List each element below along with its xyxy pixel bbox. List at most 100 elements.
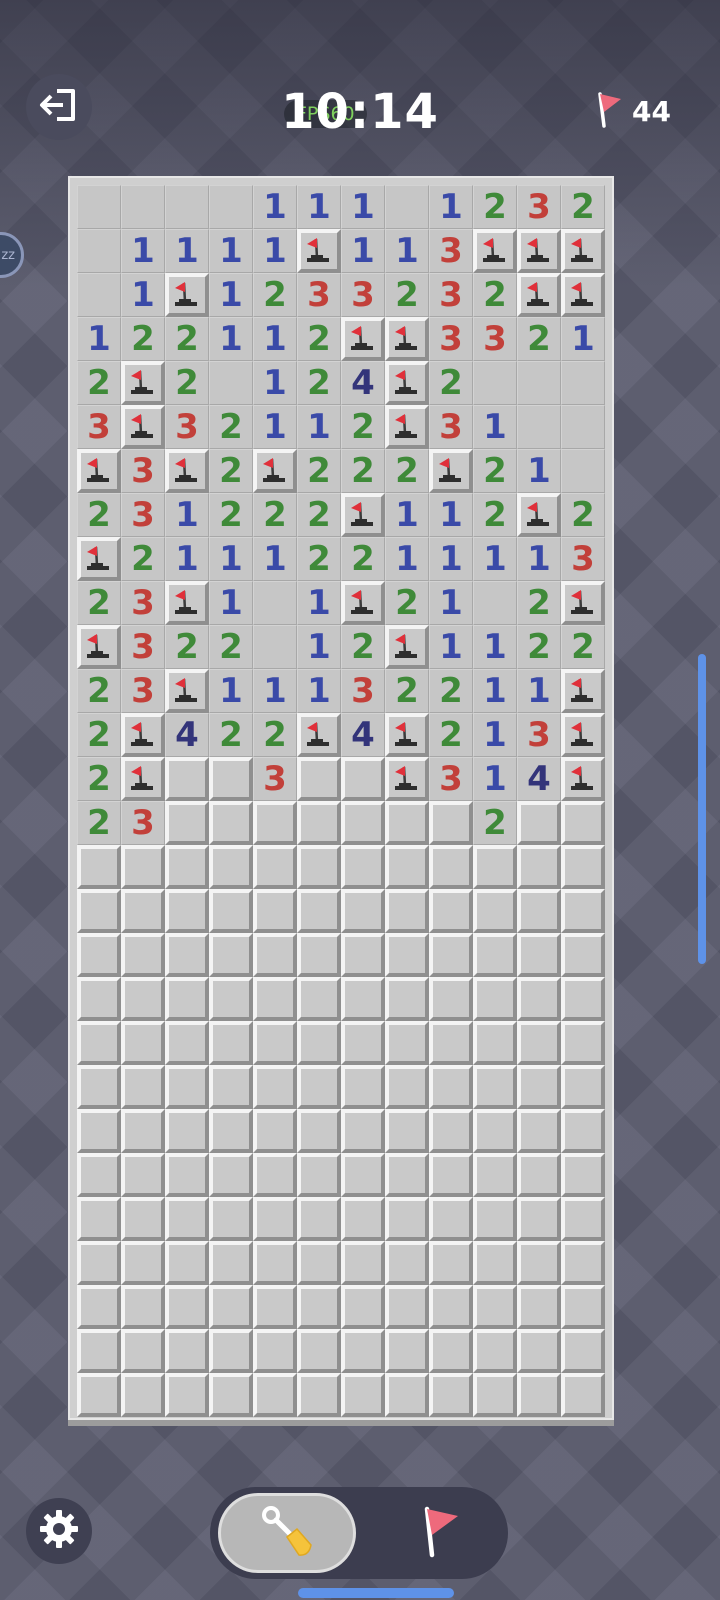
cell-covered[interactable]: [121, 1373, 165, 1417]
side-bubble[interactable]: zz: [0, 232, 24, 278]
cell-flagged[interactable]: [385, 625, 429, 669]
cell-number[interactable]: 2: [77, 713, 121, 757]
cell-number[interactable]: 2: [297, 537, 341, 581]
cell-number[interactable]: 1: [341, 229, 385, 273]
cell-number[interactable]: 1: [165, 229, 209, 273]
cell-covered[interactable]: [165, 1373, 209, 1417]
cell-covered[interactable]: [77, 1285, 121, 1329]
cell-number[interactable]: 2: [429, 669, 473, 713]
cell-covered[interactable]: [429, 1021, 473, 1065]
cell-covered[interactable]: [297, 1241, 341, 1285]
cell-number[interactable]: 2: [77, 757, 121, 801]
cell-number[interactable]: 3: [517, 185, 561, 229]
cell-covered[interactable]: [473, 845, 517, 889]
cell-number[interactable]: 2: [209, 493, 253, 537]
cell-covered[interactable]: [561, 1329, 605, 1373]
cell-covered[interactable]: [209, 1241, 253, 1285]
cell-number[interactable]: 2: [429, 713, 473, 757]
cell-number[interactable]: 3: [121, 669, 165, 713]
cell-covered[interactable]: [209, 1109, 253, 1153]
cell-covered[interactable]: [561, 845, 605, 889]
cell-covered[interactable]: [429, 1065, 473, 1109]
cell-covered[interactable]: [253, 801, 297, 845]
cell-covered[interactable]: [253, 1021, 297, 1065]
cell-covered[interactable]: [341, 801, 385, 845]
cell-covered[interactable]: [429, 977, 473, 1021]
cell-covered[interactable]: [341, 1285, 385, 1329]
cell-number[interactable]: 2: [561, 493, 605, 537]
cell-number[interactable]: 1: [517, 537, 561, 581]
cell-covered[interactable]: [517, 801, 561, 845]
cell-covered[interactable]: [165, 933, 209, 977]
cell-number[interactable]: 1: [253, 405, 297, 449]
cell-covered[interactable]: [385, 1065, 429, 1109]
cell-number[interactable]: 1: [121, 229, 165, 273]
cell-flagged[interactable]: [385, 757, 429, 801]
cell-number[interactable]: 2: [121, 537, 165, 581]
cell-number[interactable]: 1: [473, 625, 517, 669]
cell-covered[interactable]: [385, 845, 429, 889]
cell-number[interactable]: 2: [517, 581, 561, 625]
cell-covered[interactable]: [253, 933, 297, 977]
cell-number[interactable]: 3: [121, 449, 165, 493]
cell-covered[interactable]: [77, 1153, 121, 1197]
cell-covered[interactable]: [561, 977, 605, 1021]
cell-number[interactable]: 3: [297, 273, 341, 317]
cell-covered[interactable]: [77, 1197, 121, 1241]
cell-number[interactable]: 2: [341, 405, 385, 449]
cell-covered[interactable]: [341, 933, 385, 977]
cell-flagged[interactable]: [121, 713, 165, 757]
cell-number[interactable]: 1: [253, 185, 297, 229]
cell-number[interactable]: 2: [121, 317, 165, 361]
cell-number[interactable]: 2: [297, 317, 341, 361]
cell-number[interactable]: 2: [209, 713, 253, 757]
cell-covered[interactable]: [165, 757, 209, 801]
cell-covered[interactable]: [209, 1373, 253, 1417]
cell-flagged[interactable]: [165, 273, 209, 317]
cell-covered[interactable]: [121, 1153, 165, 1197]
cell-covered[interactable]: [429, 801, 473, 845]
cell-number[interactable]: 2: [473, 449, 517, 493]
cell-flagged[interactable]: [385, 317, 429, 361]
cell-covered[interactable]: [297, 933, 341, 977]
dig-mode-button[interactable]: [218, 1493, 356, 1573]
cell-covered[interactable]: [297, 1373, 341, 1417]
cell-number[interactable]: 1: [473, 669, 517, 713]
cell-covered[interactable]: [209, 845, 253, 889]
cell-number[interactable]: 1: [429, 581, 473, 625]
cell-covered[interactable]: [297, 1109, 341, 1153]
cell-covered[interactable]: [517, 1285, 561, 1329]
cell-covered[interactable]: [561, 1153, 605, 1197]
cell-number[interactable]: 2: [77, 801, 121, 845]
cell-number[interactable]: 1: [473, 713, 517, 757]
cell-number[interactable]: 2: [385, 581, 429, 625]
cell-covered[interactable]: [165, 1021, 209, 1065]
cell-covered[interactable]: [473, 1065, 517, 1109]
settings-button[interactable]: [26, 1498, 92, 1564]
cell-number[interactable]: 1: [209, 537, 253, 581]
cell-covered[interactable]: [165, 1197, 209, 1241]
cell-covered[interactable]: [77, 845, 121, 889]
cell-number[interactable]: 2: [341, 449, 385, 493]
cell-covered[interactable]: [517, 1065, 561, 1109]
cell-covered[interactable]: [429, 845, 473, 889]
cell-flagged[interactable]: [385, 405, 429, 449]
cell-covered[interactable]: [165, 1109, 209, 1153]
cell-covered[interactable]: [297, 1285, 341, 1329]
cell-covered[interactable]: [77, 1065, 121, 1109]
cell-covered[interactable]: [517, 1197, 561, 1241]
cell-covered[interactable]: [253, 845, 297, 889]
cell-number[interactable]: 1: [253, 537, 297, 581]
cell-covered[interactable]: [341, 1373, 385, 1417]
cell-covered[interactable]: [341, 1109, 385, 1153]
cell-number[interactable]: 3: [429, 405, 473, 449]
cell-flagged[interactable]: [561, 273, 605, 317]
cell-covered[interactable]: [385, 933, 429, 977]
cell-covered[interactable]: [517, 1329, 561, 1373]
cell-covered[interactable]: [77, 1241, 121, 1285]
cell-number[interactable]: 1: [253, 229, 297, 273]
cell-covered[interactable]: [165, 1241, 209, 1285]
cell-number[interactable]: 1: [253, 317, 297, 361]
cell-number[interactable]: 1: [253, 361, 297, 405]
cell-covered[interactable]: [473, 1285, 517, 1329]
